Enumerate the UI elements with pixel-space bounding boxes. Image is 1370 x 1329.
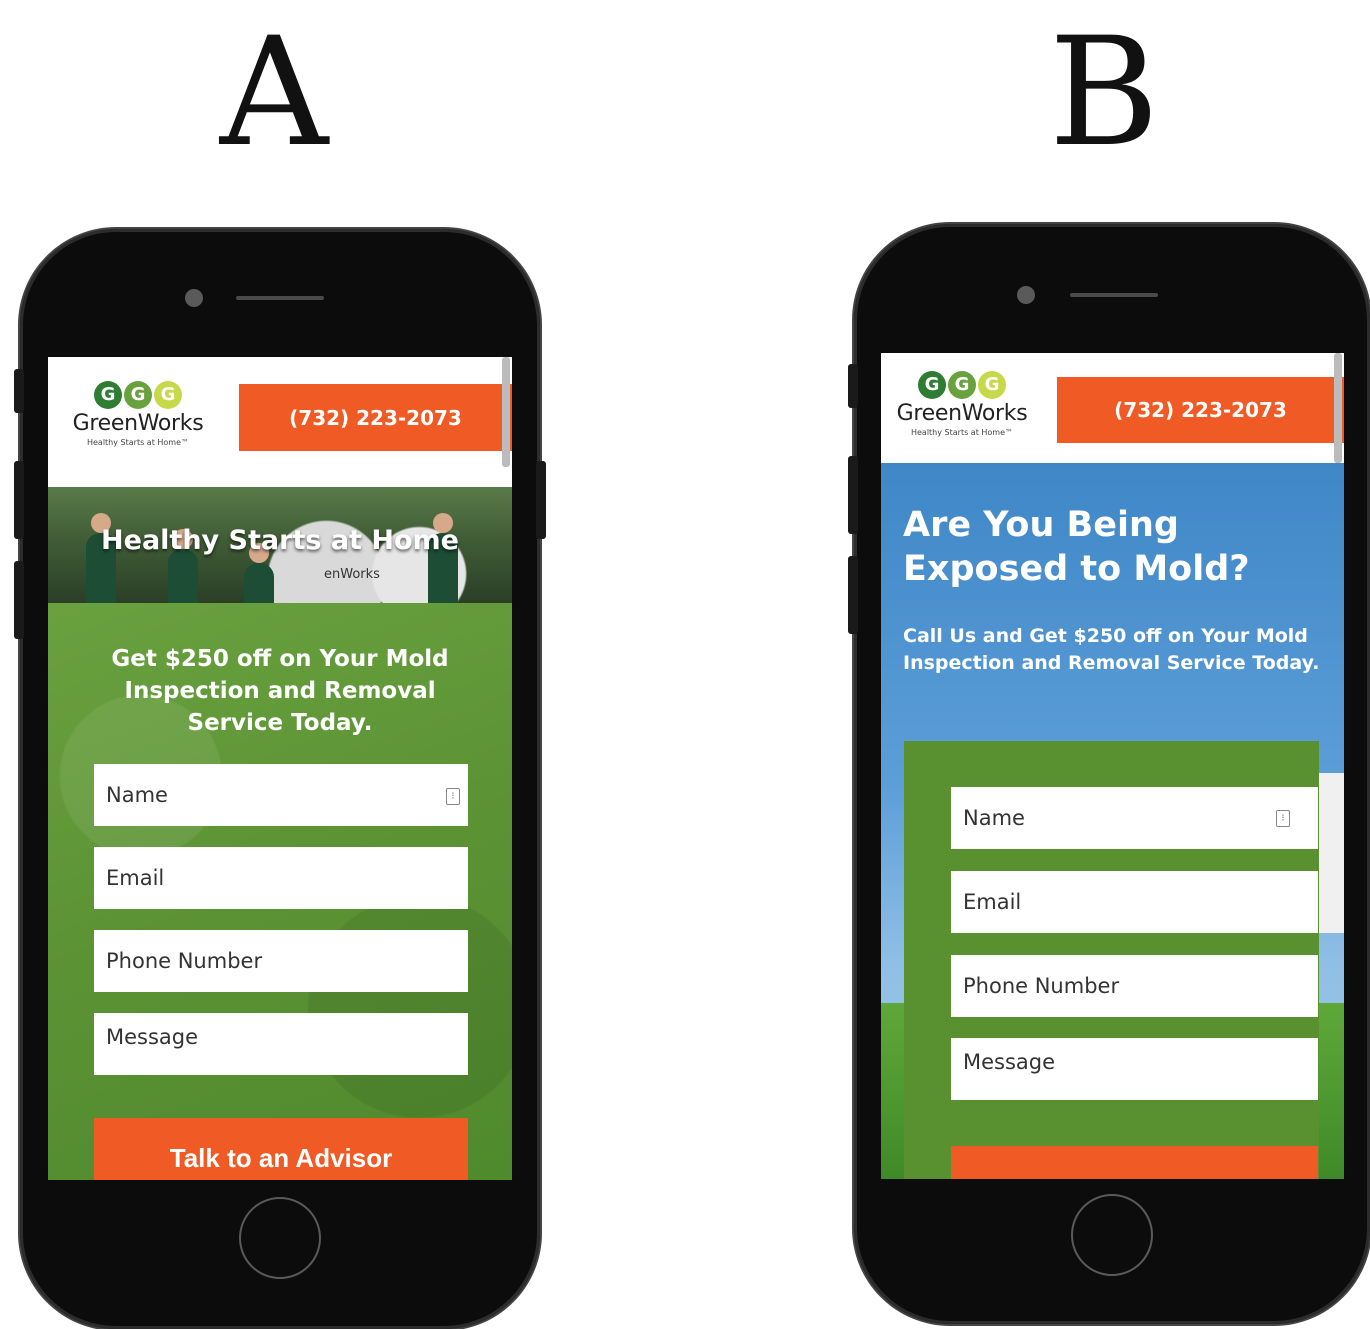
- home-button[interactable]: [239, 1197, 321, 1279]
- name-input[interactable]: [951, 787, 1318, 849]
- call-button[interactable]: (732) 223-2073: [1057, 377, 1344, 443]
- greenworks-logo[interactable]: G G G GreenWorks Healthy Starts at Home™: [58, 381, 218, 447]
- autofill-contact-icon[interactable]: ⁝: [446, 788, 460, 805]
- site-header: G G G GreenWorks Healthy Starts at Home™…: [48, 357, 512, 487]
- hero-heading: Are You Being Exposed to Mold?: [903, 505, 1250, 589]
- logo-sun-icon: G: [978, 371, 1006, 399]
- logo-tagline: Healthy Starts at Home™: [910, 428, 1013, 437]
- lead-form: Get $250 off on Your Mold Inspection and…: [48, 603, 512, 1180]
- logo-leaf-icon: G: [94, 381, 122, 409]
- front-camera: [185, 289, 203, 307]
- volume-up-button: [14, 461, 24, 539]
- phone-number-input[interactable]: [94, 930, 468, 992]
- logo-name: GreenWorks: [72, 411, 204, 436]
- logo-drop-icon: G: [948, 371, 976, 399]
- screen-a: G G G GreenWorks Healthy Starts at Home™…: [48, 357, 512, 1180]
- scrollbar[interactable]: [1334, 353, 1342, 463]
- site-header: G G G GreenWorks Healthy Starts at Home™…: [881, 353, 1344, 463]
- lead-form: ⁝: [904, 741, 1319, 1179]
- email-input[interactable]: [951, 871, 1318, 933]
- hero-heading: Healthy Starts at Home: [101, 525, 459, 556]
- logo-name: GreenWorks: [896, 401, 1028, 426]
- logo-drop-icon: G: [124, 381, 152, 409]
- volume-up-button: [848, 456, 858, 534]
- email-input[interactable]: [94, 847, 468, 909]
- power-button: [536, 461, 546, 539]
- submit-button[interactable]: [951, 1146, 1318, 1179]
- scrollbar[interactable]: [502, 357, 510, 467]
- call-button[interactable]: (732) 223-2073: [239, 384, 512, 451]
- front-camera: [1017, 286, 1035, 304]
- earpiece-speaker: [236, 296, 324, 300]
- logo-leaf-icon: G: [918, 371, 946, 399]
- variant-b-label: B: [1048, 6, 1160, 180]
- volume-down-button: [14, 561, 24, 639]
- logo-tagline: Healthy Starts at Home™: [86, 438, 189, 447]
- logo-sun-icon: G: [154, 381, 182, 409]
- person-figure: [168, 529, 198, 603]
- mute-switch: [848, 364, 858, 408]
- mute-switch: [14, 369, 24, 413]
- volume-down-button: [848, 556, 858, 634]
- talk-to-advisor-button[interactable]: Talk to an Advisor: [94, 1118, 468, 1180]
- autofill-contact-icon[interactable]: ⁝: [1276, 810, 1290, 827]
- message-textarea[interactable]: [94, 1013, 468, 1075]
- hero-photo: enWorks Healthy Starts at Home: [48, 487, 512, 603]
- phone-number-input[interactable]: [951, 955, 1318, 1017]
- offer-heading: Get $250 off on Your Mold Inspection and…: [111, 646, 449, 736]
- van-logo-text: enWorks: [324, 567, 380, 582]
- home-button[interactable]: [1071, 1194, 1153, 1276]
- earpiece-speaker: [1070, 293, 1158, 297]
- message-textarea[interactable]: [951, 1038, 1318, 1100]
- variant-a-label: A: [219, 6, 329, 180]
- offer-subheading: Call Us and Get $250 off on Your Mold In…: [903, 625, 1320, 674]
- greenworks-logo[interactable]: G G G GreenWorks Healthy Starts at Home™: [887, 371, 1037, 437]
- screen-b: G G G GreenWorks Healthy Starts at Home™…: [881, 353, 1344, 1179]
- person-figure: [244, 543, 274, 603]
- name-input[interactable]: [94, 764, 468, 826]
